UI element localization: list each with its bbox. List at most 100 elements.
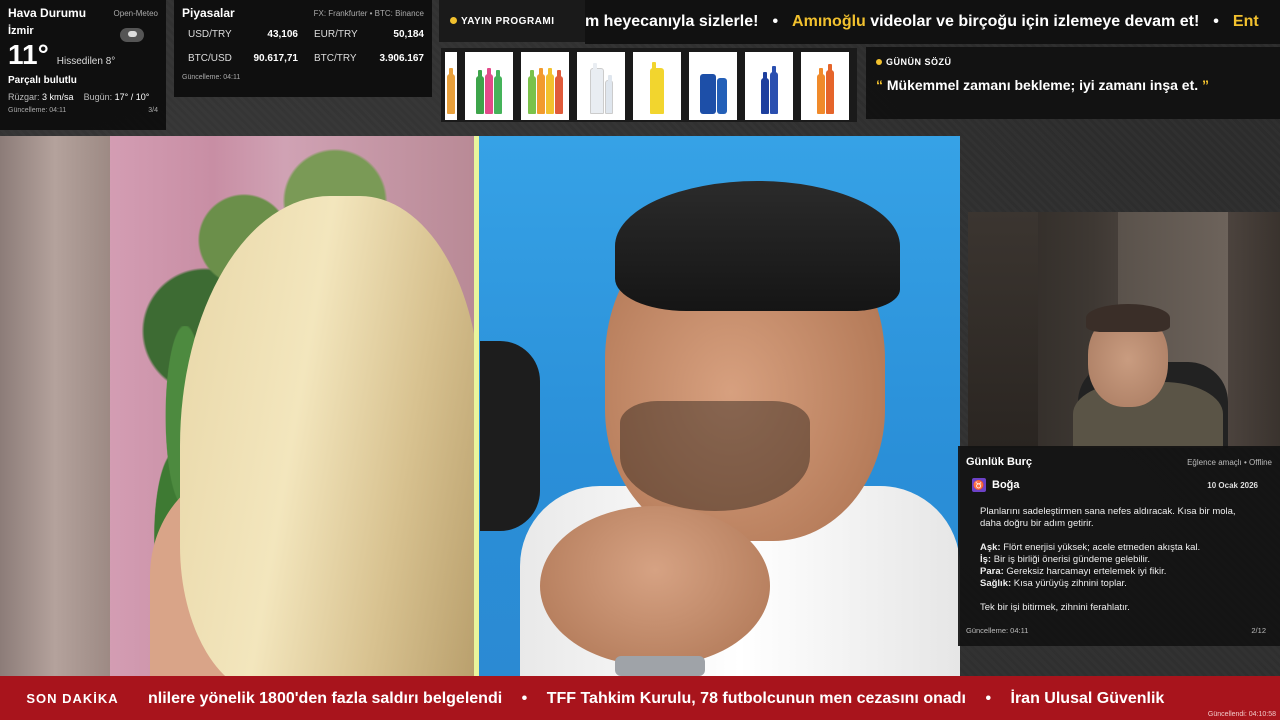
horoscope-updated: Güncelleme: 04:11 [966,626,1029,635]
market-item: BTC/USD 90.617,71 [188,53,298,64]
work-text: Bir iş birliği önerisi gündeme gelebilir… [993,554,1151,565]
money-text: Gereksiz harcamayı ertelemek iyi fikir. [1006,566,1167,577]
ticker-separator: • [521,690,528,707]
horoscope-love: Aşk: Flört enerjisi yüksek; acele etmede… [980,542,1258,554]
quote-label: GÜNÜN SÖZÜ [886,57,952,67]
horoscope-mode: Eğlence amaçlı • Offline [1187,457,1272,467]
webcam-person-hair [1086,304,1170,332]
top-ticker: m heyecanıyla sizlerle! • Amınoğlu videola… [585,0,1280,44]
horoscope-money: Para: Gereksiz harcamayı ertelemek iyi f… [980,566,1258,578]
bottle-icon [485,68,493,114]
product-image [521,52,569,120]
video-blonde-hair [180,196,480,676]
horoscope-work: İş: Bir iş birliği önerisi gündeme geleb… [980,554,1258,566]
love-text: Flört enerjisi yüksek; acele etmeden akı… [1003,542,1201,553]
horoscope-intro: Planlarını sadeleştirmen sana nefes aldı… [980,506,1236,529]
video-background-person [480,341,540,531]
video-hand [540,506,770,666]
today-value: 17° / 10° [114,92,150,102]
market-value: 43,106 [267,29,298,40]
product-image [465,52,513,120]
breaking-item: TFF Tahkim Kurulu, 78 futbolcunun men ce… [546,690,966,707]
market-value: 50,184 [393,29,424,40]
markets-source: FX: Frankfurter • BTC: Binance [313,8,424,18]
horoscope-health: Sağlık: Kısa yürüyüş zihnini toplar. [980,578,1258,590]
bottle-icon [545,68,554,114]
weather-details: Rüzgar: 3 km/sa Bugün: 17° / 10° [8,92,158,102]
top-ticker-text: m heyecanıyla sizlerle! [585,13,759,30]
weather-widget: Hava Durumu Open-Meteo İzmir 11° Hissedi… [0,0,166,130]
health-text: Kısa yürüyüş zihnini toplar. [1013,578,1127,589]
market-item: USD/TRY 43,106 [188,29,298,40]
bottle-icon [825,64,834,114]
bottle-icon [760,72,769,114]
breaking-news-bar: nlilere yönelik 1800'den fazla saldırı b… [0,676,1280,720]
bottle-icon [650,62,664,114]
money-label: Para: [980,566,1004,577]
markets-title: Piyasalar [182,6,235,20]
ticker-separator: • [772,13,779,30]
bottle-icon [447,68,455,114]
breaking-updated: Güncellendi: 04:10:58 [1207,711,1276,718]
bottle-icon [527,70,536,114]
wind-value: 3 km/sa [42,92,74,102]
market-value: 90.617,71 [253,53,299,64]
can-icon [699,74,716,114]
video-curtain [0,136,110,676]
product-image [577,52,625,120]
schedule-dot-icon [450,17,457,24]
market-name: BTC/TRY [314,53,357,64]
weather-updated: Güncelleme: 04:11 [8,107,67,114]
horoscope-page: 2/12 [1251,626,1266,635]
bottle-icon [494,70,502,114]
taurus-icon: ♉ [972,478,986,492]
webcam-shelf [968,212,1038,448]
horoscope-sign: Boğa [992,479,1020,491]
product-image [745,52,793,120]
market-item: EUR/TRY 50,184 [314,29,424,40]
weather-source: Open-Meteo [113,8,158,18]
market-name: EUR/TRY [314,29,358,40]
product-image [633,52,681,120]
breaking-label: SON DAKİKA [0,676,145,720]
top-ticker-highlight: Ent [1232,13,1259,30]
work-label: İş: [980,554,992,565]
horoscope-date: 10 Ocak 2026 [1207,480,1258,490]
today-label: Bugün: [83,92,113,102]
market-name: BTC/USD [188,53,232,64]
video-watch [615,656,705,676]
bottle-icon [604,75,613,114]
product-image [689,52,737,120]
quote-dot-icon [876,59,882,65]
schedule-label: YAYIN PROGRAMI [461,15,555,27]
quote-open-mark: “ [876,77,883,93]
breaking-news-ticker: nlilere yönelik 1800'den fazla saldırı b… [148,676,1280,720]
weather-temperature: 11° [8,39,49,70]
main-video[interactable] [0,136,960,676]
market-value: 3.906.167 [379,53,425,64]
market-name: USD/TRY [188,29,232,40]
markets-updated: Güncelleme: 04:11 [182,74,241,81]
top-ticker-text: videolar ve birçoğu için izlemeye devam … [870,13,1200,30]
bottle-icon [536,68,545,114]
ticker-separator: • [985,690,992,707]
video-dark-hair [615,181,900,311]
horoscope-widget: Günlük Burç Eğlence amaçlı • Offline ♉ B… [958,446,1280,646]
market-item: BTC/TRY 3.906.167 [314,53,424,64]
breaking-item: İran Ulusal Güvenlik [1010,690,1165,707]
bottle-icon [769,66,778,114]
schedule-button[interactable]: YAYIN PROGRAMI [439,0,585,42]
product-image [801,52,849,120]
weather-page: 3/4 [148,107,158,114]
video-beard [620,401,810,511]
weather-condition: Parçalı bulutlu [8,75,77,86]
horoscope-body: Planlarını sadeleştirmen sana nefes aldı… [966,506,1272,614]
quote-close-mark: ” [1202,77,1210,93]
bottle-icon [816,68,825,114]
wind-label: Rüzgar: [8,92,40,102]
horoscope-title: Günlük Burç [966,456,1033,468]
breaking-item: nlilere yönelik 1800'den fazla saldırı b… [148,690,503,707]
quote-widget: GÜNÜN SÖZÜ “ Mükemmel zamanı bekleme; iy… [866,47,1280,119]
sponsor-products-strip [441,48,857,122]
webcam-feed[interactable] [968,212,1280,448]
